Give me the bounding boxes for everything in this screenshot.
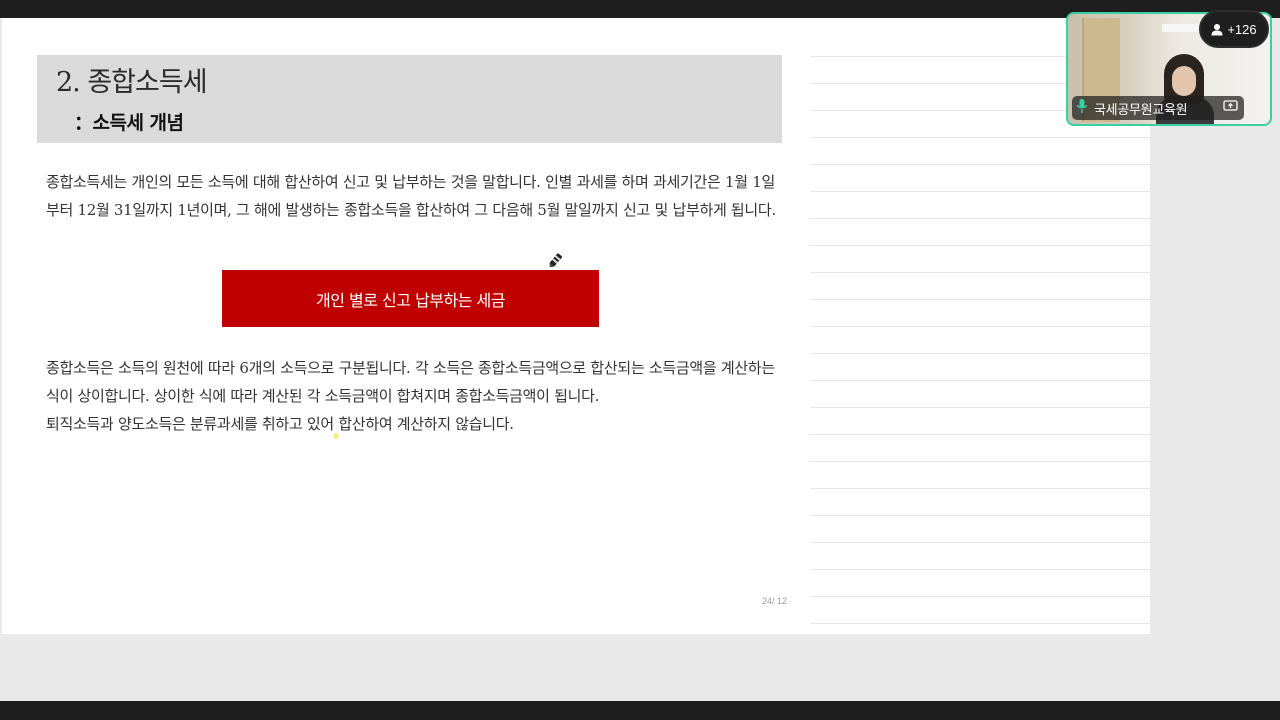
video-person-face <box>1172 66 1196 96</box>
slide-title: 2. 종합소득세 <box>56 67 208 98</box>
paragraph-2-text-last: 퇴직소득과 양도소득은 분류과세를 취하고 있어 합산하여 계산하지 않습니다. <box>46 415 514 433</box>
person-icon <box>1211 23 1223 36</box>
mic-icon <box>1076 98 1088 118</box>
highlight-banner: 개인 별로 신고 납부하는 세금 <box>222 270 599 327</box>
paragraph-2-text: 종합소득은 소득의 원천에 따라 6개의 소득으로 구분됩니다. 각 소득은 종… <box>46 359 775 405</box>
laser-pointer-dot <box>333 433 339 439</box>
video-background-shelf <box>1162 24 1202 32</box>
bottom-bar <box>0 701 1280 720</box>
pen-cursor-icon <box>546 252 564 270</box>
slide-paragraph-2: 종합소득은 소득의 원천에 따라 6개의 소득으로 구분됩니다. 각 소득은 종… <box>46 354 786 438</box>
participant-count: +126 <box>1227 21 1257 37</box>
slide-subtitle: ：소득세 개념 <box>74 112 184 134</box>
shared-slide: 2. 종합소득세 ：소득세 개념 종합소득세는 개인의 모든 소득에 대해 합산… <box>2 18 1150 634</box>
page-number: 24/ 12 <box>762 596 788 606</box>
participant-count-button[interactable]: +126 <box>1199 10 1269 48</box>
speaker-name-tag: 국세공무원교육원 <box>1072 96 1244 120</box>
speaker-name: 국세공무원교육원 <box>1094 102 1188 118</box>
screen-share-icon <box>1223 100 1238 116</box>
slide-paragraph-1: 종합소득세는 개인의 모든 소득에 대해 합산하여 신고 및 납부하는 것을 말… <box>46 173 776 219</box>
